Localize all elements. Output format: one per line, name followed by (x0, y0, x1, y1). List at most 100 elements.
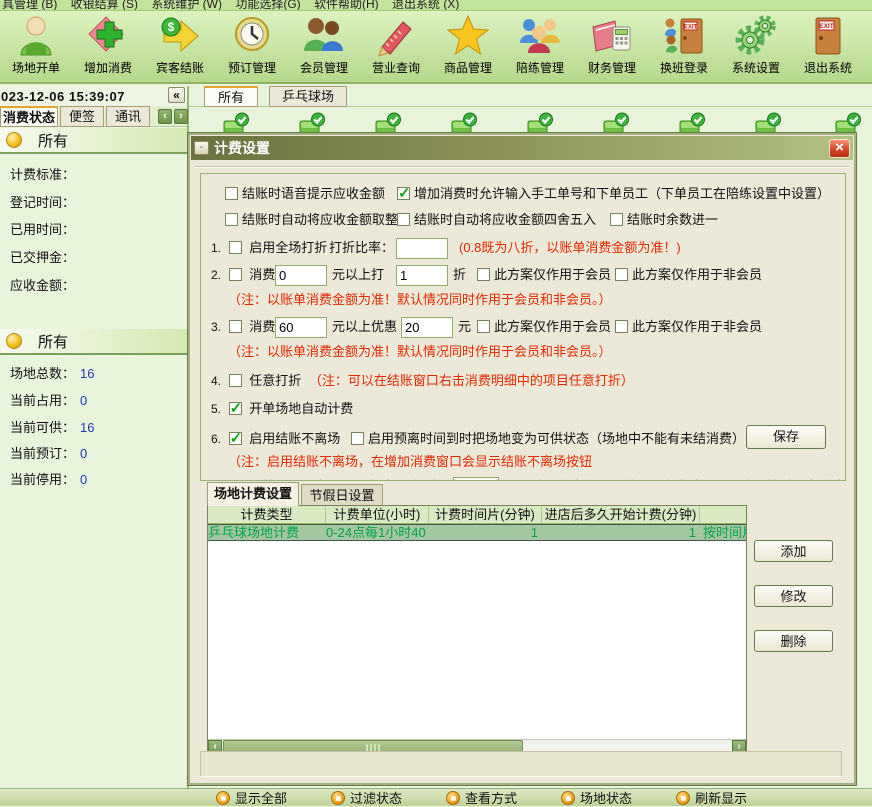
toolbar-button-venue-open[interactable]: 场地开单 (0, 11, 72, 82)
member-only-option[interactable]: 此方案仅作用于会员 (477, 264, 611, 286)
member-only-option[interactable]: 此方案仅作用于会员 (477, 316, 611, 338)
option-truncate[interactable]: 结账时自动将应收金额取整 (225, 209, 398, 231)
checkbox[interactable] (615, 320, 628, 333)
toolbar-button-member[interactable]: 会员管理 (288, 11, 360, 82)
label: 天，登录给出提示，并且不允许结账，防止系统时间出错造成数据丢 (506, 476, 846, 481)
toolbar-button-settings[interactable]: 系统设置 (720, 11, 792, 82)
checkbox[interactable] (615, 268, 628, 281)
toolbar-button-shift-login[interactable]: EXIT 换班登录 (648, 11, 720, 82)
label: 折 (453, 264, 466, 286)
status-show-all[interactable]: 显示全部 (216, 788, 287, 807)
save-button[interactable]: 保存 (746, 425, 826, 449)
tab-notes[interactable]: 便签 (60, 106, 104, 127)
panel-header-venues: 所有 (0, 329, 187, 355)
status-refresh[interactable]: 刷新显示 (676, 788, 747, 807)
field-occupied: 当前占用：0 (10, 390, 87, 409)
option-round[interactable]: 结账时自动将应收金额四舍五入 (397, 209, 596, 231)
column-header[interactable] (700, 506, 746, 523)
label: 元以上优惠 (332, 316, 397, 338)
option-ceiling[interactable]: 结账时余数进一 (610, 209, 718, 231)
label: 元 (458, 316, 471, 338)
tab-venue-billing-settings[interactable]: 场地计费设置 (207, 482, 299, 506)
tab-scroll-left-icon[interactable]: ‹ (158, 109, 172, 124)
checkbox[interactable] (229, 374, 242, 387)
table-row-selected[interactable]: 乒乓球场地计费 0-24点每1小时40 1 1 按时间片 (208, 524, 746, 541)
checkbox-checked[interactable] (229, 402, 242, 415)
note: （注：启用结账不离场，在增加消费窗口会显示结账不离场按钮 (228, 451, 592, 473)
checkbox[interactable] (351, 432, 364, 445)
discount-value-input[interactable] (396, 265, 448, 286)
modify-button[interactable]: 修改 (754, 585, 833, 607)
checkbox[interactable] (225, 213, 238, 226)
checkbox[interactable] (229, 268, 242, 281)
checkbox[interactable] (477, 320, 490, 333)
checkbox[interactable] (229, 480, 242, 481)
column-header[interactable]: 进店后多久开始计费(分钟) (542, 506, 700, 523)
toolbar-button-add-consume[interactable]: 增加消费 (72, 11, 144, 82)
toolbar-button-goods[interactable]: 商品管理 (432, 11, 504, 82)
menu-items-text[interactable]: 具管理 (B) 收银结算 (S) 系统维护 (W) 功能选择(G) 软件帮助(H… (2, 0, 459, 10)
column-header[interactable]: 计费类型 (208, 506, 326, 523)
toolbar-button-guest-checkout[interactable]: $ 宾客结账 (144, 11, 216, 82)
checkbox[interactable] (229, 241, 242, 254)
coach-icon (517, 13, 563, 59)
venue-tab-pingpong[interactable]: 乒乓球场 (269, 86, 347, 107)
panel-header-billing: 所有 (0, 128, 187, 154)
checkbox[interactable] (397, 213, 410, 226)
dialog-sysmenu-icon[interactable]: - (194, 141, 209, 155)
checkbox[interactable] (477, 268, 490, 281)
discount-rate-input[interactable] (396, 238, 448, 259)
column-header[interactable]: 计费时间片(分钟) (429, 506, 542, 523)
checkbox-checked[interactable] (397, 187, 410, 200)
orange-ball-icon (6, 333, 22, 349)
tab-consume-status[interactable]: 消费状态 (0, 106, 58, 127)
sidebar-collapse-button[interactable]: « (168, 87, 185, 103)
toolbar-button-exit[interactable]: EXIT 退出系统 (792, 11, 864, 82)
toolbar-label: 预订管理 (228, 59, 276, 76)
option-manual-order[interactable]: 增加消费时允许输入手工单号和下单员工（下单员工在陪练设置中设置） (397, 183, 830, 205)
status-view-mode[interactable]: 查看方式 (446, 788, 517, 807)
nonmember-only-option[interactable]: 此方案仅作用于非会员 (615, 264, 762, 286)
venue-open-icon (13, 13, 59, 59)
option-voice-prompt[interactable]: 结账时语音提示应收金额 (225, 183, 385, 205)
amount-threshold-input[interactable] (275, 265, 327, 286)
dialog-titlebar[interactable]: - 计费设置 × (191, 136, 853, 160)
menu-bar[interactable]: 具管理 (B) 收银结算 (S) 系统维护 (W) 功能选择(G) 软件帮助(H… (0, 0, 872, 10)
status-filter[interactable]: 过滤状态 (331, 788, 402, 807)
status-venue-state[interactable]: 场地状态 (561, 788, 632, 807)
tab-comm[interactable]: 通讯 (106, 106, 150, 127)
svg-text:EXIT: EXIT (819, 23, 833, 30)
nonmember-only-option[interactable]: 此方案仅作用于非会员 (615, 316, 762, 338)
pre-leave-option[interactable]: 启用预离时间到时把场地变为可供状态（场地中不能有未结消费） (351, 428, 745, 450)
rebate-value-input[interactable] (401, 317, 453, 338)
delete-button[interactable]: 删除 (754, 630, 833, 652)
discount-note: (0.8既为八折，以账单消费金额为准！) (459, 237, 681, 259)
tab-scroll-right-icon[interactable]: › (174, 109, 188, 124)
amount-threshold-input[interactable] (275, 317, 327, 338)
toolbar-button-business-query[interactable]: 营业查询 (360, 11, 432, 82)
toolbar-button-reservation[interactable]: 预订管理 (216, 11, 288, 82)
checkbox[interactable] (225, 187, 238, 200)
toolbar-button-coach[interactable]: 陪练管理 (504, 11, 576, 82)
panel-title: 所有 (38, 130, 68, 151)
checkbox-checked[interactable] (229, 432, 242, 445)
field-venue-total: 场地总数：16 (10, 363, 94, 382)
show-all-icon (216, 791, 230, 805)
venue-tab-all[interactable]: 所有 (204, 86, 258, 107)
checkbox[interactable] (610, 213, 623, 226)
svg-text:EXIT: EXIT (684, 25, 698, 31)
checkbox[interactable] (229, 320, 242, 333)
toolbar-button-finance[interactable]: 财务管理 (576, 11, 648, 82)
finance-icon (589, 13, 635, 59)
toolbar-label: 场地开单 (12, 59, 60, 76)
dialog-title: 计费设置 (214, 138, 829, 158)
tab-holiday-settings[interactable]: 节假日设置 (301, 484, 383, 506)
close-icon[interactable]: × (829, 139, 850, 158)
toolbar-label: 增加消费 (84, 59, 132, 76)
days-threshold-input[interactable] (453, 477, 499, 481)
toolbar-label: 会员管理 (300, 59, 348, 76)
column-header[interactable]: 计费单位(小时) (326, 506, 429, 523)
add-button[interactable]: 添加 (754, 540, 833, 562)
label: 元以上打 (332, 264, 384, 286)
field-deposit: 已交押金： (10, 247, 80, 266)
